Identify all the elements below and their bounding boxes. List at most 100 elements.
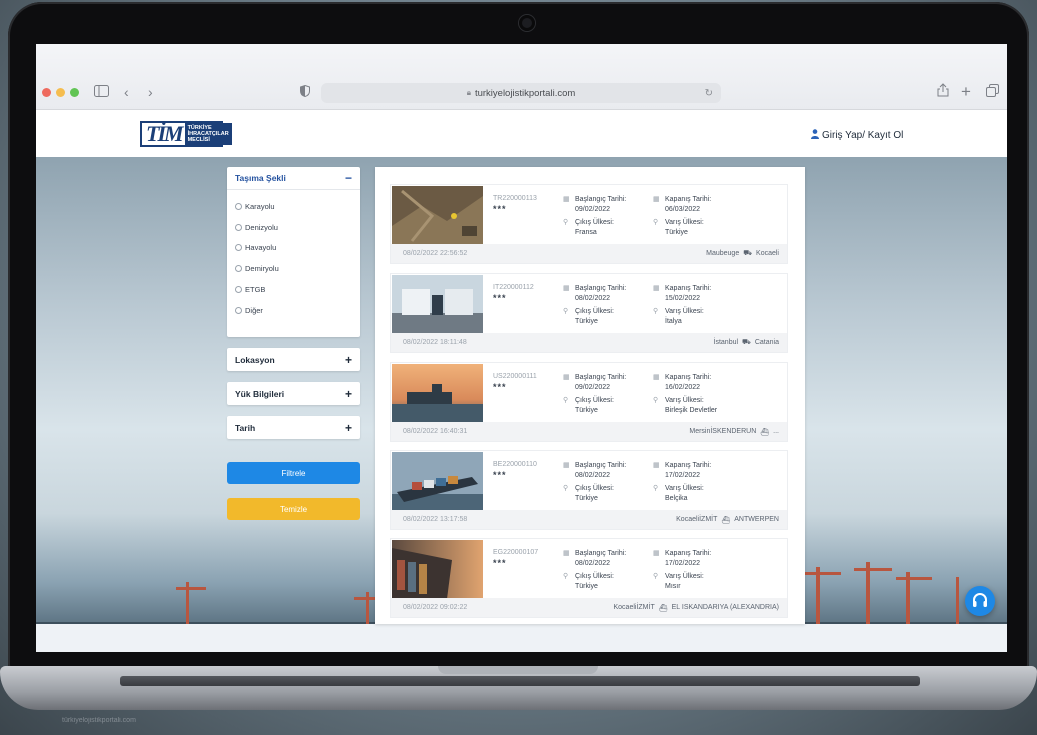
close-date-value: 15/02/2022 xyxy=(665,294,701,302)
start-date-label: Başlangıç Tarihi: xyxy=(575,196,627,203)
location-filter-panel[interactable]: Lokasyon + xyxy=(227,348,360,371)
location-filter-title: Lokasyon xyxy=(235,354,275,365)
map-pin-icon: ⚲ xyxy=(653,573,659,580)
start-date: ▦ Başlangıç Tarihi: 09/02/2022 xyxy=(563,195,626,214)
route: İstanbul ⛟ Catania xyxy=(714,338,779,347)
transport-filter-panel: Taşıma Şekli − Karayolu Denizyolu Havayo… xyxy=(227,167,360,337)
expand-icon[interactable]: + xyxy=(345,387,352,401)
origin-country: ⚲ Çıkış Ülkesi: Fransa xyxy=(563,218,614,237)
card-footer: 08/02/2022 22:56:52 Maubeuge ⛟ Kocaeli xyxy=(391,244,787,263)
option-label: Karayolu xyxy=(245,201,275,211)
sidebar-toggle-icon[interactable] xyxy=(94,83,109,101)
route-from: KocaeliİZMİT xyxy=(676,516,718,523)
option-diger[interactable]: Diğer xyxy=(235,300,352,321)
card-footer: 08/02/2022 16:40:31 MersinİSKENDERUN ⛴... xyxy=(391,422,787,441)
option-denizyolu[interactable]: Denizyolu xyxy=(235,217,352,238)
start-date-value: 09/02/2022 xyxy=(575,383,611,391)
start-date-value: 08/02/2022 xyxy=(575,294,611,302)
option-label: Havayolu xyxy=(245,243,277,253)
address-bar[interactable]: 🔒︎ turkiyelojistikportali.com ↻ xyxy=(321,83,721,103)
calendar-icon: ▦ xyxy=(653,196,660,203)
option-karayolu[interactable]: Karayolu xyxy=(235,196,352,217)
route-to: EL ISKANDARIYA (ALEXANDRIA) xyxy=(671,604,779,611)
calendar-icon: ▦ xyxy=(653,374,660,381)
transport-filter-header[interactable]: Taşıma Şekli − xyxy=(227,167,360,190)
back-icon[interactable]: ‹ xyxy=(124,83,129,101)
card-footer: 08/02/2022 13:17:58 KocaeliİZMİT ⛴ ANTWERP… xyxy=(391,510,787,529)
origin-country: ⚲ Çıkış Ülkesi: Türkiye xyxy=(563,396,614,415)
route: MersinİSKENDERUN ⛴... xyxy=(689,428,779,436)
option-havayolu[interactable]: Havayolu xyxy=(235,238,352,259)
camera xyxy=(519,15,535,31)
date-filter-panel[interactable]: Tarih + xyxy=(227,416,360,439)
close-date: ▦ Kapanış Tarihi: 17/02/2022 xyxy=(653,549,711,568)
browser-toolbar: ‹ › 🔒︎ turkiyelojistikportali.com ↻ + xyxy=(36,44,1007,110)
shipment-code: IT220000112 xyxy=(493,284,534,291)
location-filter-header[interactable]: Lokasyon + xyxy=(227,348,360,371)
support-chat-button[interactable] xyxy=(965,586,995,616)
results-list: TR220000113 *** ▦ Başlangıç Tarihi: 09/02/… xyxy=(375,167,805,624)
shipment-photo-ship-bow xyxy=(392,540,483,599)
radio-button[interactable] xyxy=(235,306,242,314)
clear-button[interactable]: Temizle xyxy=(227,498,360,520)
origin-value: Türkiye xyxy=(575,582,598,590)
login-link[interactable]: Giriş Yap/ Kayıt Ol xyxy=(811,129,903,142)
tim-logo[interactable]: TİM TÜRKİYE İHRACATÇILAR MECLİSİ xyxy=(140,121,232,147)
option-label: Diğer xyxy=(245,305,263,315)
logo-text: TÜRKİYE İHRACATÇILAR MECLİSİ xyxy=(184,123,232,145)
close-window-button[interactable] xyxy=(42,88,51,97)
map-pin-icon: ⚲ xyxy=(653,308,659,315)
origin-value: Türkiye xyxy=(575,406,598,414)
route: KocaeliİZMİT ⛴ EL ISKANDARIYA (ALEXANDRIA) xyxy=(614,604,780,612)
option-etgb[interactable]: ETGB xyxy=(235,279,352,300)
start-date-label: Başlangıç Tarihi: xyxy=(575,285,627,292)
date-filter-header[interactable]: Tarih + xyxy=(227,416,360,439)
shipment-stars: *** xyxy=(493,382,507,392)
expand-icon[interactable]: + xyxy=(345,353,352,367)
tab-overview-icon[interactable] xyxy=(986,83,999,101)
zoom-window-button[interactable] xyxy=(70,88,79,97)
shipment-photo-trucks xyxy=(392,275,483,334)
calendar-icon: ▦ xyxy=(563,285,570,292)
shipment-card[interactable]: EG220000107 *** ▦ Başlangıç Tarihi: 08/02/… xyxy=(390,538,788,618)
reload-icon[interactable]: ↻ xyxy=(705,88,713,99)
radio-button[interactable] xyxy=(235,244,242,252)
close-date-value: 17/02/2022 xyxy=(665,471,701,479)
destination-value: İtalya xyxy=(665,317,682,325)
collapse-icon[interactable]: − xyxy=(345,171,352,185)
start-date-value: 08/02/2022 xyxy=(575,559,611,567)
destination-value: Belçika xyxy=(665,494,688,502)
expand-icon[interactable]: + xyxy=(345,421,352,435)
origin-label: Çıkış Ülkesi: xyxy=(575,485,614,492)
forward-icon[interactable]: › xyxy=(148,83,153,101)
shipment-card[interactable]: US220000111 *** ▦ Başlangıç Tarihi: 09/02/… xyxy=(390,362,788,442)
shipment-stars: *** xyxy=(493,293,507,303)
start-date-label: Başlangıç Tarihi: xyxy=(575,374,627,381)
radio-button[interactable] xyxy=(235,202,242,210)
start-date-value: 09/02/2022 xyxy=(575,205,611,213)
transport-filter-title: Taşıma Şekli xyxy=(235,173,286,183)
privacy-shield-icon[interactable] xyxy=(300,83,310,101)
shipment-card[interactable]: BE220000110 *** ▦ Başlangıç Tarihi: 08/02/… xyxy=(390,450,788,530)
shipment-code: EG220000107 xyxy=(493,549,539,556)
radio-button[interactable] xyxy=(235,286,242,294)
cargo-filter-panel[interactable]: Yük Bilgileri + xyxy=(227,382,360,405)
radio-button[interactable] xyxy=(235,223,242,231)
radio-button[interactable] xyxy=(235,265,242,273)
laptop-notch xyxy=(438,666,598,674)
new-tab-icon[interactable]: + xyxy=(961,83,971,101)
share-icon[interactable] xyxy=(937,83,949,101)
filter-button[interactable]: Filtrele xyxy=(227,462,360,484)
map-pin-icon: ⚲ xyxy=(653,219,659,226)
shipment-card[interactable]: TR220000113 *** ▦ Başlangıç Tarihi: 09/02/… xyxy=(390,184,788,264)
minimize-window-button[interactable] xyxy=(56,88,65,97)
cargo-filter-header[interactable]: Yük Bilgileri + xyxy=(227,382,360,405)
destination-label: Varış Ülkesi: xyxy=(665,397,704,404)
route-from: KocaeliİZMİT xyxy=(613,604,655,611)
date-filter-title: Tarih xyxy=(235,422,256,433)
shipment-card[interactable]: IT220000112 *** ▦ Başlangıç Tarihi: 08/02/… xyxy=(390,273,788,353)
start-date-label: Başlangıç Tarihi: xyxy=(575,550,627,557)
destination-value: Birleşik Devletler xyxy=(665,406,718,414)
close-date: ▦ Kapanış Tarihi: 17/02/2022 xyxy=(653,461,711,480)
option-demiryolu[interactable]: Demiryolu xyxy=(235,258,352,279)
